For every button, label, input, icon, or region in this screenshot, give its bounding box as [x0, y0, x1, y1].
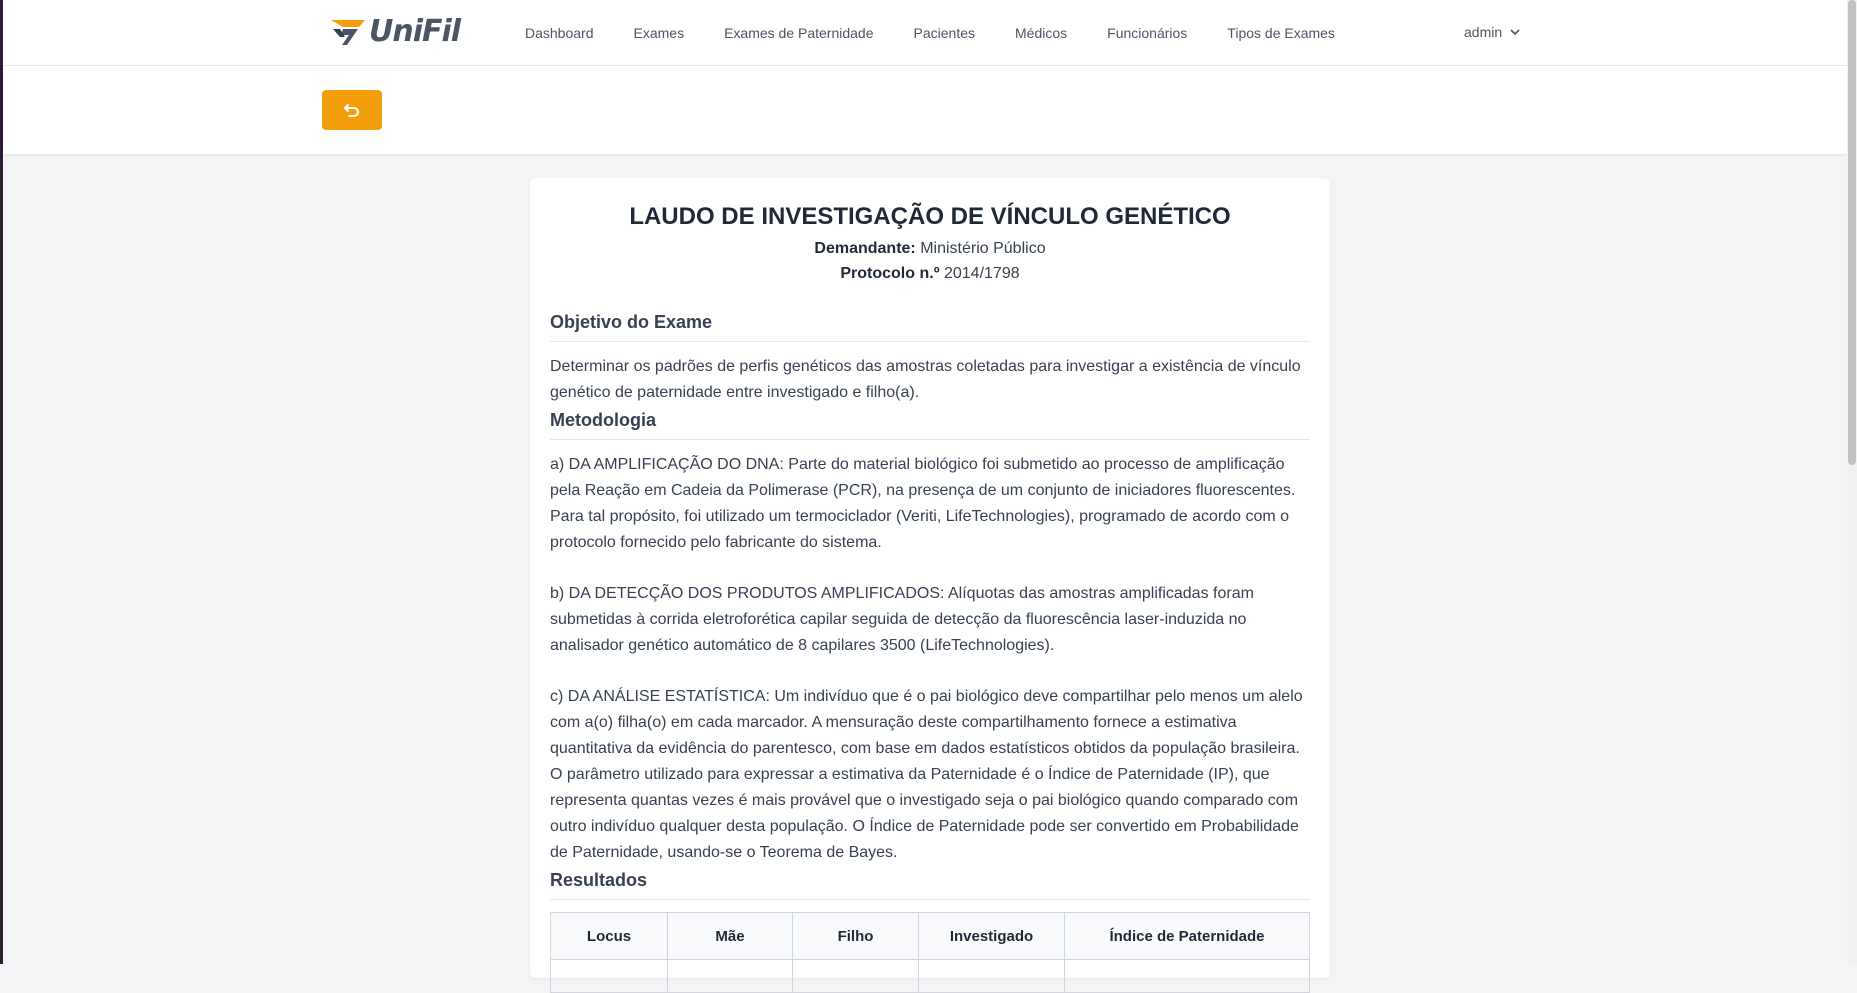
report-card: LAUDO DE INVESTIGAÇÃO DE VÍNCULO GENÉTIC… — [530, 178, 1330, 993]
demandante-label: Demandante: — [814, 240, 916, 257]
protocolo-line: Protocolo n.º 2014/1798 — [550, 261, 1310, 286]
brand-logo[interactable]: UniFil — [331, 14, 461, 49]
nav-medicos[interactable]: Médicos — [1015, 25, 1067, 41]
nav-exames[interactable]: Exames — [634, 25, 685, 41]
page-scrollbar[interactable] — [1847, 0, 1857, 964]
section-metodologia-title: Metodologia — [550, 410, 1310, 440]
table-cell — [667, 959, 793, 993]
table-cell — [918, 959, 1065, 993]
protocolo-label: Protocolo n.º — [840, 265, 940, 282]
undo-icon — [344, 104, 359, 117]
nav-pacientes[interactable]: Pacientes — [914, 25, 975, 41]
section-objetivo-title: Objetivo do Exame — [550, 312, 1310, 342]
table-row — [550, 959, 1310, 993]
col-locus: Locus — [550, 912, 668, 960]
col-investigado: Investigado — [918, 912, 1065, 960]
chevron-down-icon — [1510, 29, 1520, 35]
top-navbar: UniFil Dashboard Exames Exames de Patern… — [3, 0, 1847, 66]
metodologia-b: b) DA DETECÇÃO DOS PRODUTOS AMPLIFICADOS… — [550, 585, 1254, 654]
unifil-logo-icon — [331, 19, 365, 45]
section-resultados-title: Resultados — [550, 870, 1310, 900]
nav-dashboard[interactable]: Dashboard — [525, 25, 594, 41]
user-name: admin — [1464, 24, 1503, 40]
action-toolbar — [3, 66, 1847, 154]
col-indice-paternidade: Índice de Paternidade — [1064, 912, 1310, 960]
scrollbar-thumb[interactable] — [1848, 0, 1856, 465]
demandante-line: Demandante: Ministério Público — [550, 236, 1310, 261]
protocolo-value: 2014/1798 — [943, 265, 1020, 282]
metodologia-c: c) DA ANÁLISE ESTATÍSTICA: Um indivíduo … — [550, 688, 1303, 861]
col-filho: Filho — [792, 912, 919, 960]
metodologia-a: a) DA AMPLIFICAÇÃO DO DNA: Parte do mate… — [550, 456, 1296, 551]
demandante-value: Ministério Público — [920, 240, 1046, 257]
brand-name: UniFil — [369, 14, 461, 49]
results-table: Locus Mãe Filho Investigado Índice de Pa… — [550, 912, 1310, 993]
table-cell — [550, 959, 668, 993]
nav-tipos-exames[interactable]: Tipos de Exames — [1227, 25, 1335, 41]
nav-exames-paternidade[interactable]: Exames de Paternidade — [724, 25, 873, 41]
back-button[interactable] — [322, 90, 382, 130]
nav-funcionarios[interactable]: Funcionários — [1107, 25, 1187, 41]
table-header-row: Locus Mãe Filho Investigado Índice de Pa… — [550, 912, 1310, 960]
objetivo-text: Determinar os padrões de perfis genético… — [550, 358, 1301, 401]
user-menu[interactable]: admin — [1464, 24, 1520, 40]
report-title: LAUDO DE INVESTIGAÇÃO DE VÍNCULO GENÉTIC… — [629, 203, 1231, 230]
main-nav: Dashboard Exames Exames de Paternidade P… — [525, 0, 1375, 65]
table-cell — [1064, 959, 1310, 993]
table-cell — [792, 959, 919, 993]
col-mae: Mãe — [667, 912, 793, 960]
